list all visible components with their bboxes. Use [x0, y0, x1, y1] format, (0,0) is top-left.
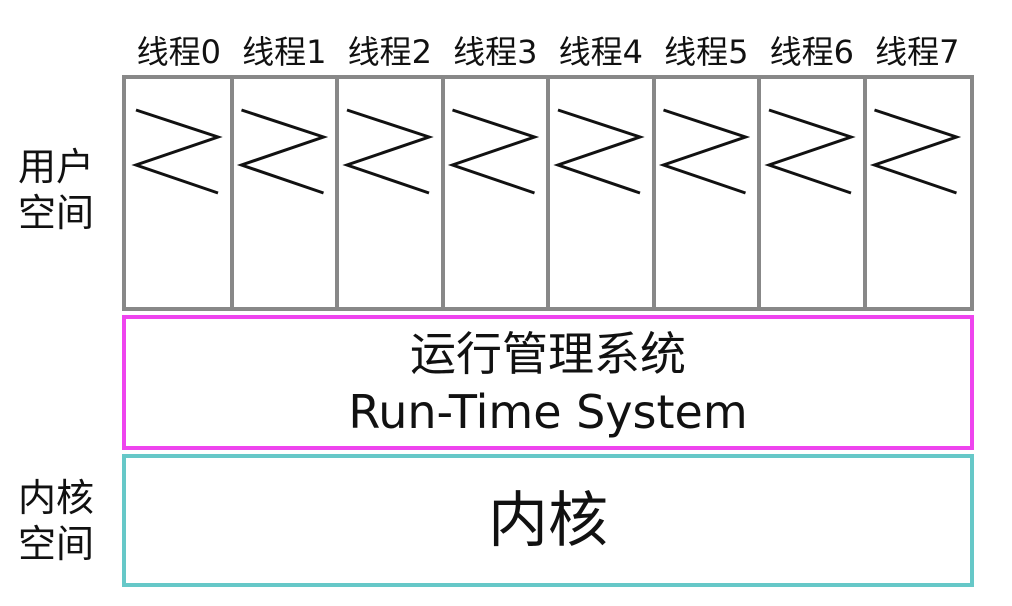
thread-label-4: 线程4 [558, 33, 643, 71]
thread-label-1: 线程1 [242, 33, 327, 71]
thread-label-5: 线程5 [664, 33, 749, 71]
runtime-system-box: 运行管理系统 Run-Time System [122, 315, 974, 450]
thread-zigzag-5 [658, 108, 751, 195]
thread-label-3: 线程3 [453, 33, 538, 71]
kernel-space-label: 内核 空间 [17, 476, 94, 566]
thread-label-2: 线程2 [347, 33, 432, 71]
thread-zigzag-1 [236, 108, 329, 195]
thread-zigzag-7 [869, 108, 962, 195]
runtime-title-zh: 运行管理系统 [410, 326, 686, 381]
thread-label-6: 线程6 [769, 33, 854, 71]
thread-zigzag-6 [764, 108, 856, 195]
thread-zigzag-4 [553, 108, 645, 195]
thread-zigzag-0 [131, 108, 223, 195]
user-space-label: 用户 空间 [17, 145, 94, 235]
runtime-title-en: Run-Time System [348, 384, 748, 439]
thread-zigzag-3 [447, 108, 540, 195]
kernel-title: 内核 [488, 485, 608, 556]
thread-label-0: 线程0 [136, 33, 221, 71]
kernel-box: 内核 [122, 454, 974, 587]
thread-label-7: 线程7 [875, 33, 960, 71]
thread-zigzag-layer [131, 108, 962, 195]
thread-zigzag-2 [342, 108, 434, 195]
